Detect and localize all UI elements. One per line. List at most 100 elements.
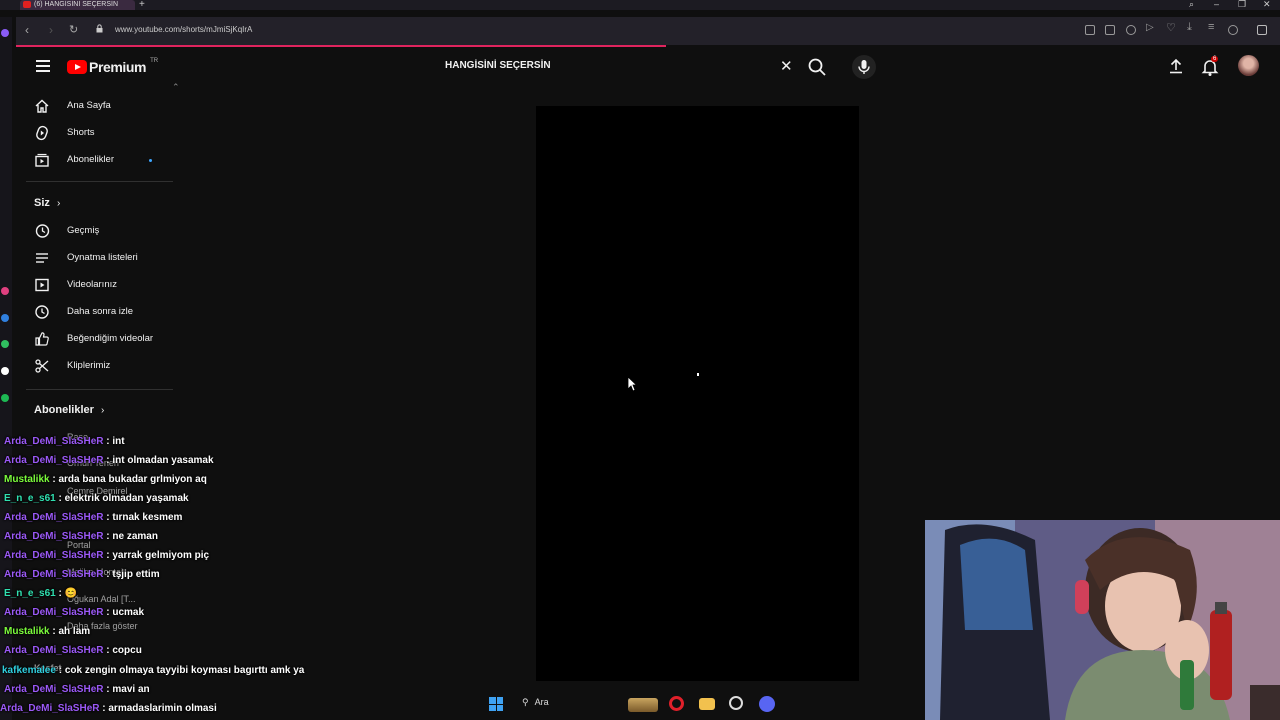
chat-message: kafkemalee : cok zengin olmaya tayyibi k…: [2, 665, 305, 676]
chat-username: Arda_DeMi_SlaSHeR: [4, 531, 104, 542]
shield-icon[interactable]: [1126, 25, 1136, 35]
chat-message: Arda_DeMi_SlaSHeR : copcu: [4, 645, 142, 656]
loading-indicator: [697, 373, 699, 376]
chat-username: Arda_DeMi_SlaSHeR: [4, 569, 104, 580]
chat-text: armadaslarimin olmasi: [108, 703, 217, 714]
streamer-webcam: [925, 520, 1280, 720]
restore-icon[interactable]: ❐: [1238, 0, 1246, 9]
mouse-cursor-icon: [627, 376, 637, 392]
back-icon[interactable]: ‹: [25, 23, 29, 37]
url-field[interactable]: www.youtube.com/shorts/mJmiSjKqIrA: [115, 25, 252, 34]
chat-message: Arda_DeMi_SlaSHeR : int: [4, 436, 125, 447]
close-window-icon[interactable]: ✕: [1263, 0, 1271, 9]
section-title: Abonelikler: [34, 404, 94, 416]
guide-item-label: Geçmiş: [67, 225, 100, 236]
whatsapp-icon[interactable]: [1, 340, 9, 348]
chat-username: Arda_DeMi_SlaSHeR: [0, 703, 100, 714]
discord-icon[interactable]: [759, 696, 775, 712]
profile-icon[interactable]: [1228, 25, 1238, 35]
instagram-icon[interactable]: [1, 287, 9, 295]
guide-item-label: Daha sonra izle: [67, 306, 134, 317]
forward-icon[interactable]: ›: [49, 23, 53, 37]
windows-taskbar: ⚲ Ara: [478, 690, 788, 720]
sidebar-app-icon[interactable]: [1, 29, 9, 37]
menu-icon[interactable]: ≡: [1208, 21, 1218, 33]
chat-text: int olmadan yasamak: [112, 455, 214, 466]
guide-item-label: Shorts: [67, 127, 95, 138]
spotify-icon[interactable]: [1, 394, 9, 402]
taskbar-search[interactable]: ⚲ Ara: [522, 697, 549, 708]
chat-text: 😊: [64, 588, 78, 599]
chat-message: Mustalikk : arda bana bukadar grlmiyon a…: [4, 474, 207, 485]
camera-icon[interactable]: [1105, 25, 1115, 35]
account-avatar[interactable]: [1238, 55, 1259, 76]
shorts-icon: [36, 125, 48, 141]
guide-item-your-videos[interactable]: Videolarınız: [26, 273, 176, 297]
watch-later-icon: [35, 305, 49, 319]
chat-username: E_n_e_s61: [4, 588, 56, 599]
chat-text: arda bana bukadar grlmiyon aq: [58, 474, 207, 485]
subscription-channel[interactable]: Oğukan Adal [T...: [67, 594, 136, 604]
chat-message: Arda_DeMi_SlaSHeR : yarrak gelmiyom piç: [4, 550, 210, 561]
browser-tab[interactable]: (6) HANGİSİNİ SEÇERSİN: [20, 0, 135, 10]
microphone-icon[interactable]: [852, 55, 876, 79]
edit-icon[interactable]: [1085, 25, 1095, 35]
play-icon[interactable]: ▷: [1146, 22, 1156, 33]
guide-item-home[interactable]: Ana Sayfa: [26, 94, 176, 118]
search-icon: ⚲: [522, 697, 529, 707]
guide-item-label: Abonelikler: [67, 154, 114, 165]
search-icon[interactable]: [806, 56, 828, 78]
heart-icon[interactable]: ♡: [1166, 21, 1176, 34]
messenger-icon[interactable]: [1, 314, 9, 322]
guide-item-liked[interactable]: Beğendiğim videolar: [26, 327, 176, 351]
chat-message: Arda_DeMi_SlaSHeR : mavi an: [4, 684, 150, 695]
obs-icon[interactable]: [729, 696, 743, 710]
chat-message: Arda_DeMi_SlaSHeR : tırnak kesmem: [4, 512, 183, 523]
new-tab-icon[interactable]: +: [139, 0, 145, 10]
address-bar: ‹ › ↻ www.youtube.com/shorts/mJmiSjKqIrA…: [16, 17, 1280, 45]
chat-username: Arda_DeMi_SlaSHeR: [4, 684, 104, 695]
search-input[interactable]: HANGİSİNİ SEÇERSİN: [445, 60, 551, 71]
shorts-video-player[interactable]: [536, 106, 859, 681]
guide-item-clips[interactable]: Kliplerimiz: [26, 354, 176, 378]
guide-item-history[interactable]: Geçmiş: [26, 219, 176, 243]
taskbar-search-label: Ara: [534, 697, 549, 707]
guide-item-shorts[interactable]: Shorts: [26, 121, 176, 145]
guide-item-label: Oynatma listeleri: [67, 252, 138, 263]
opera-gx-icon[interactable]: [669, 696, 684, 711]
guide-item-watch-later[interactable]: Daha sonra izle: [26, 300, 176, 324]
chat-message: Arda_DeMi_SlaSHeR : ucmak: [4, 607, 145, 618]
search-box[interactable]: HANGİSİNİ SEÇERSİN ✕: [434, 51, 798, 79]
chat-text: copcu: [112, 645, 142, 656]
minimize-icon[interactable]: –: [1214, 0, 1219, 9]
youtube-logo-icon: [67, 59, 87, 74]
youtube-premium-logo[interactable]: Premium TR: [67, 58, 158, 75]
logo-text: Premium: [89, 58, 147, 75]
guide-section-subscriptions[interactable]: Abonelikler ›: [34, 404, 104, 416]
reload-icon[interactable]: ↻: [69, 23, 78, 36]
upload-icon[interactable]: [1167, 57, 1185, 75]
taskbar-widget-icon[interactable]: [628, 698, 658, 712]
guide-section-you[interactable]: Siz ›: [34, 197, 60, 209]
chat-username: Mustalikk: [4, 474, 50, 485]
section-title: Siz: [34, 197, 50, 209]
guide-menu-icon[interactable]: [36, 60, 50, 72]
extension-icon[interactable]: [1257, 25, 1267, 35]
guide-item-playlists[interactable]: Oynatma listeleri: [26, 246, 176, 270]
scroll-up-icon[interactable]: ⌃: [172, 82, 180, 93]
download-icon[interactable]: ⤓: [1187, 21, 1197, 33]
chat-text: ne zaman: [112, 531, 158, 542]
history-icon: [35, 224, 50, 238]
chat-text: tırnak kesmem: [112, 512, 183, 523]
file-explorer-icon[interactable]: [699, 698, 715, 710]
x-icon[interactable]: [1, 367, 9, 375]
search-tabs-icon[interactable]: ⌕: [1189, 0, 1194, 9]
guide-divider: [26, 389, 173, 390]
youtube-favicon-icon: [23, 1, 31, 8]
chat-text: ucmak: [112, 607, 145, 618]
clear-search-icon[interactable]: ✕: [780, 57, 793, 75]
windows-start-icon[interactable]: [489, 697, 503, 711]
chat-username: Arda_DeMi_SlaSHeR: [4, 512, 104, 523]
guide-item-subscriptions[interactable]: Abonelikler: [26, 148, 176, 172]
chat-message: Arda_DeMi_SlaSHeR : int olmadan yasamak: [4, 455, 214, 466]
